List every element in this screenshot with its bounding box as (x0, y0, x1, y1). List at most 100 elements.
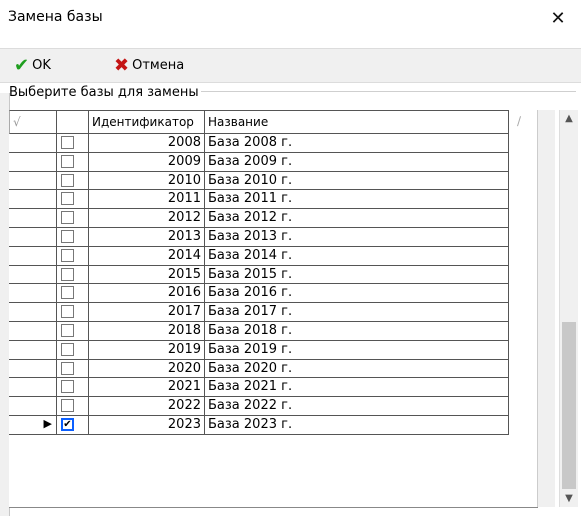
row-checkbox-cell (57, 321, 89, 341)
row-id: 2012 (89, 209, 205, 228)
row-name: База 2010 г. (205, 171, 509, 191)
row-checkbox-cell (57, 340, 89, 360)
table-row[interactable]: 2015 База 2015 г. (9, 265, 509, 285)
row-checkbox-cell (57, 190, 89, 210)
row-checkbox[interactable] (61, 154, 74, 168)
row-id: 2013 (89, 227, 205, 247)
table-row[interactable]: 2022 База 2022 г. (9, 397, 509, 416)
bases-grid[interactable]: √ Идентификатор Название 2008 База 2008 г… (9, 110, 538, 508)
grid-empty-area: ∕ (509, 110, 537, 507)
row-id: 2016 (89, 284, 205, 304)
grid-scrollbar[interactable] (537, 110, 555, 507)
row-name: База 2020 г. (205, 359, 509, 379)
row-name: База 2014 г. (205, 246, 509, 266)
row-checkbox[interactable] (61, 192, 74, 206)
row-checkbox[interactable] (61, 399, 74, 413)
vertical-scrollbar[interactable]: ▲ ▼ (559, 110, 578, 507)
table-row[interactable]: 2012 База 2012 г. (9, 209, 509, 228)
row-indicator (9, 378, 57, 398)
row-checkbox[interactable] (61, 173, 74, 187)
row-name: База 2011 г. (205, 190, 509, 210)
table-row[interactable]: 2017 База 2017 г. (9, 303, 509, 322)
row-checkbox-cell (57, 209, 89, 228)
row-id: 2008 (89, 134, 205, 153)
scrollbar-thumb[interactable] (562, 322, 576, 489)
row-checkbox[interactable] (61, 323, 74, 337)
row-checkbox[interactable] (61, 380, 74, 394)
row-name: База 2019 г. (205, 340, 509, 360)
ok-button[interactable]: ✔ OK (14, 54, 51, 76)
row-checkbox-cell (57, 359, 89, 379)
close-button[interactable]: ✕ (535, 0, 581, 36)
table-row[interactable]: 2009 База 2009 г. (9, 152, 509, 172)
cancel-label: Отмена (132, 57, 185, 73)
row-name: База 2009 г. (205, 152, 509, 172)
row-checkbox-cell (57, 303, 89, 322)
chevron-up-icon[interactable]: ▲ (560, 110, 578, 127)
row-id: 2014 (89, 246, 205, 266)
row-checkbox-cell (57, 134, 89, 153)
row-checkbox[interactable] (61, 211, 74, 225)
row-indicator (9, 246, 57, 266)
row-checkbox-cell: ✔ (57, 415, 89, 435)
table-row[interactable]: 2008 База 2008 г. (9, 134, 509, 153)
row-indicator (9, 397, 57, 416)
table-row[interactable]: 2010 База 2010 г. (9, 171, 509, 191)
row-checkbox-cell (57, 284, 89, 304)
window-title: Замена базы (8, 9, 103, 25)
row-id: 2009 (89, 152, 205, 172)
header-id[interactable]: Идентификатор (89, 110, 205, 134)
row-indicator: ▶ (9, 415, 57, 435)
row-id: 2022 (89, 397, 205, 416)
row-indicator (9, 227, 57, 247)
corner-icon: √ (13, 115, 21, 129)
row-checkbox[interactable] (61, 305, 74, 319)
table-row[interactable]: ▶ ✔ 2023 База 2023 г. (9, 415, 509, 435)
checkmark-icon: ✔ (14, 54, 30, 76)
chevron-down-icon[interactable]: ▼ (560, 490, 578, 507)
row-checkbox[interactable] (61, 286, 74, 300)
row-checkbox[interactable] (61, 267, 74, 281)
row-name: База 2016 г. (205, 284, 509, 304)
row-indicator (9, 190, 57, 210)
row-indicator (9, 284, 57, 304)
row-name: База 2017 г. (205, 303, 509, 322)
row-checkbox[interactable] (61, 136, 74, 149)
row-checkbox[interactable] (61, 342, 74, 356)
table-row[interactable]: 2019 База 2019 г. (9, 340, 509, 360)
row-checkbox-cell (57, 227, 89, 247)
row-checkbox-cell (57, 152, 89, 172)
table-row[interactable]: 2013 База 2013 г. (9, 227, 509, 247)
row-checkbox-cell (57, 171, 89, 191)
row-id: 2021 (89, 378, 205, 398)
table-row[interactable]: 2014 База 2014 г. (9, 246, 509, 266)
table-row[interactable]: 2020 База 2020 г. (9, 359, 509, 379)
grid-rows: 2008 База 2008 г. 2009 База 2009 г. 2010 База… (9, 134, 509, 435)
row-indicator (9, 171, 57, 191)
table-row[interactable]: 2021 База 2021 г. (9, 378, 509, 398)
cancel-button[interactable]: ✖ Отмена (114, 55, 185, 76)
row-checkbox[interactable] (61, 248, 74, 262)
row-checkbox[interactable] (61, 229, 74, 243)
row-checkbox[interactable]: ✔ (61, 417, 74, 431)
table-row[interactable]: 2011 База 2011 г. (9, 190, 509, 210)
row-checkbox[interactable] (61, 361, 74, 375)
table-row[interactable]: 2016 База 2016 г. (9, 284, 509, 304)
row-checkbox-cell (57, 378, 89, 398)
row-name: База 2023 г. (205, 415, 509, 435)
row-name: База 2022 г. (205, 397, 509, 416)
row-checkbox-cell (57, 246, 89, 266)
header-name[interactable]: Название (205, 110, 509, 134)
scroll-up-icon[interactable] (538, 110, 555, 127)
row-indicator (9, 321, 57, 341)
row-name: База 2021 г. (205, 378, 509, 398)
scroll-down-icon[interactable] (538, 490, 555, 507)
group-legend: Выберите базы для замены (7, 85, 201, 100)
row-indicator (9, 134, 57, 153)
row-id: 2010 (89, 171, 205, 191)
header-checkbox[interactable] (57, 110, 89, 134)
row-indicator (9, 152, 57, 172)
row-id: 2011 (89, 190, 205, 210)
row-id: 2017 (89, 303, 205, 322)
table-row[interactable]: 2018 База 2018 г. (9, 321, 509, 341)
